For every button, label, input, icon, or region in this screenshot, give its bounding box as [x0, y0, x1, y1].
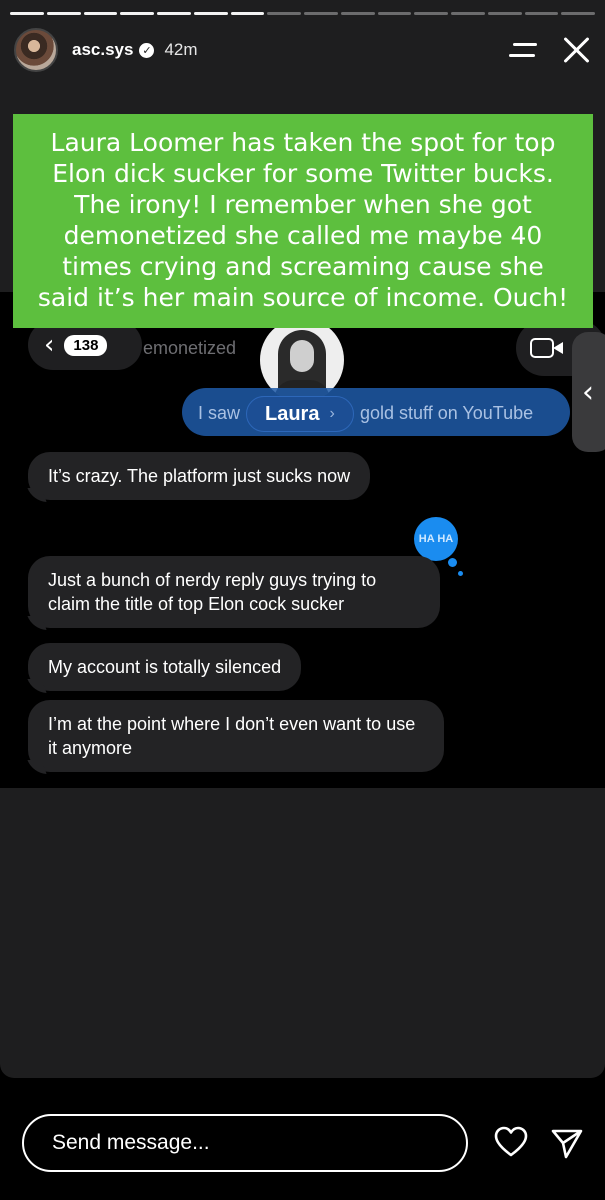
- progress-segment: [267, 12, 301, 15]
- menu-icon[interactable]: [509, 41, 539, 59]
- chevron-left-icon: ‹: [44, 330, 55, 360]
- sent-message-text-start: I saw: [198, 403, 241, 423]
- post-time: 42m: [164, 40, 198, 59]
- progress-segment: [120, 12, 154, 15]
- contact-name: Laura: [265, 402, 320, 425]
- received-message: My account is totally silenced: [28, 643, 302, 691]
- heart-icon[interactable]: [494, 1126, 528, 1158]
- story-header: asc.sys ✓ 42m: [14, 28, 591, 72]
- progress-segment: [230, 12, 265, 15]
- haha-reaction-icon: HA HA: [414, 517, 458, 561]
- unread-count-badge: 138: [64, 334, 108, 356]
- received-message: Just a bunch of nerdy reply guys trying …: [28, 556, 440, 628]
- side-panel-handle[interactable]: ‹: [572, 332, 605, 452]
- reaction-tail: [458, 571, 463, 576]
- progress-segment: [193, 12, 228, 15]
- story-caption: Laura Loomer has taken the spot for top …: [13, 114, 593, 328]
- progress-segment: [414, 12, 448, 15]
- progress-segment: [304, 12, 338, 15]
- reaction-tail: [448, 558, 457, 567]
- reply-bar: Send message...: [0, 1078, 605, 1200]
- received-message: It’s crazy. The platform just sucks now: [28, 452, 371, 500]
- progress-segment: [524, 12, 559, 15]
- video-call-icon: [530, 338, 563, 358]
- progress-segment: [377, 12, 412, 15]
- close-icon[interactable]: [561, 35, 591, 65]
- progress-segment: [487, 12, 522, 15]
- received-message: I’m at the point where I don’t even want…: [28, 700, 444, 772]
- progress-segment: [451, 12, 485, 15]
- send-message-input[interactable]: Send message...: [22, 1114, 468, 1172]
- story-viewer: asc.sys ✓ 42m ‹ 138 emonetized ‹ I saw g…: [0, 0, 605, 1078]
- sent-message-text-end: gold stuff on YouTube: [360, 403, 534, 423]
- username[interactable]: asc.sys: [72, 40, 133, 60]
- progress-segment: [10, 12, 44, 15]
- contact-name-pill: Laura ›: [246, 396, 354, 432]
- avatar[interactable]: [14, 28, 58, 72]
- progress-segment: [83, 12, 118, 15]
- faded-text: emonetized: [143, 338, 237, 358]
- chat-screenshot: ‹ 138 emonetized ‹ I saw gold stuff on Y…: [0, 292, 605, 788]
- progress-segment: [46, 12, 81, 15]
- story-progress: [10, 12, 595, 15]
- chevron-left-icon: ‹: [582, 374, 594, 410]
- chevron-right-icon: ›: [329, 405, 335, 422]
- progress-segment: [561, 12, 595, 15]
- progress-segment: [157, 12, 191, 15]
- verified-badge-icon: ✓: [139, 42, 155, 58]
- send-icon[interactable]: [550, 1126, 584, 1160]
- progress-segment: [340, 12, 375, 15]
